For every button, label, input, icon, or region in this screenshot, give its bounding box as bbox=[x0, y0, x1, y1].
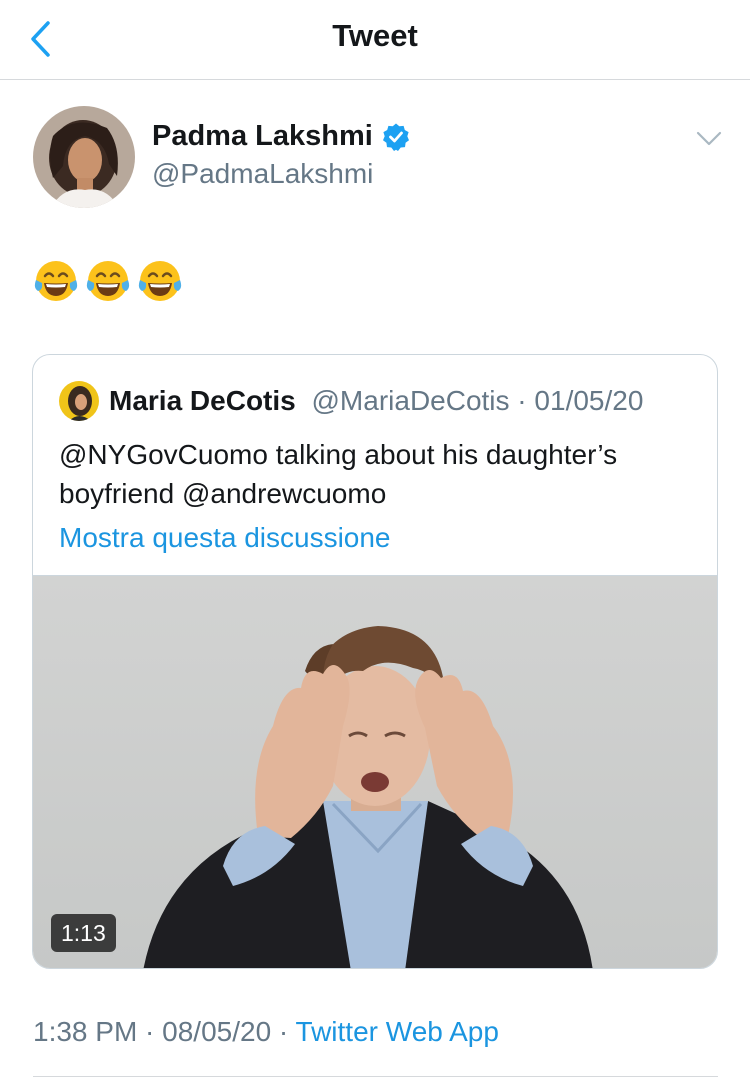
quoted-author-handle: @MariaDeCotis bbox=[311, 385, 510, 416]
chevron-down-icon bbox=[696, 131, 722, 146]
video-frame bbox=[33, 576, 717, 968]
face-with-tears-of-joy-icon bbox=[138, 261, 182, 301]
quoted-author-avatar[interactable] bbox=[59, 381, 99, 421]
show-thread-link[interactable]: Mostra questa discussione bbox=[59, 522, 391, 554]
face-with-tears-of-joy-icon bbox=[34, 261, 78, 301]
author-handle[interactable]: @PadmaLakshmi bbox=[152, 158, 373, 190]
page-title: Tweet bbox=[332, 18, 418, 53]
video-duration-badge: 1:13 bbox=[51, 914, 116, 952]
more-options-button[interactable] bbox=[694, 124, 724, 154]
tweet-detail-screen: Tweet Padma Lakshmi @PadmaLakshmi 😂😂😂 bbox=[0, 0, 750, 1079]
quoted-tweet-text: @NYGovCuomo talking about his daughter’s… bbox=[59, 439, 618, 509]
quoted-tweet-card[interactable]: Maria DeCotis @MariaDeCotis · 01/05/20 @… bbox=[32, 354, 718, 969]
quoted-author-photo bbox=[59, 381, 99, 421]
face-with-tears-of-joy-icon bbox=[86, 261, 130, 301]
author-avatar[interactable] bbox=[33, 106, 135, 208]
top-bar: Tweet bbox=[0, 0, 750, 80]
divider bbox=[33, 1076, 718, 1077]
quoted-author-name: Maria DeCotis bbox=[109, 385, 296, 416]
quoted-tweet-date: 01/05/20 bbox=[534, 385, 644, 416]
author-name[interactable]: Padma Lakshmi bbox=[152, 120, 373, 153]
tweet-timestamp: 1:38 PM · 08/05/20 · bbox=[33, 1016, 296, 1047]
tweet-text: 😂😂😂 bbox=[33, 258, 183, 304]
tweet-metadata: 1:38 PM · 08/05/20 · Twitter Web App bbox=[33, 1016, 499, 1048]
author-name-row: Padma Lakshmi bbox=[152, 120, 411, 153]
author-photo bbox=[33, 106, 135, 208]
verified-badge-icon bbox=[381, 122, 411, 152]
date-separator: · bbox=[509, 385, 535, 416]
quoted-video-thumbnail[interactable]: 1:13 bbox=[33, 575, 717, 968]
tweet-source-link[interactable]: Twitter Web App bbox=[296, 1016, 499, 1047]
quoted-tweet-header: Maria DeCotis @MariaDeCotis · 01/05/20 bbox=[109, 385, 643, 417]
